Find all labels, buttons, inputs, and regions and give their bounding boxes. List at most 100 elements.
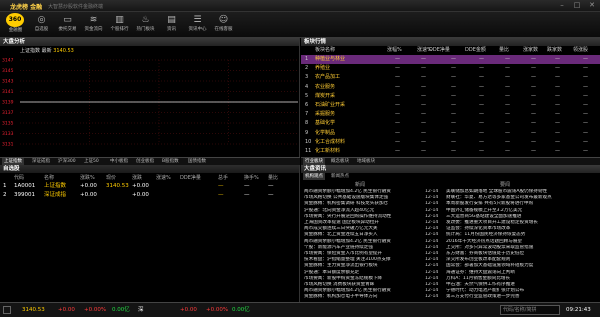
sector-value: — <box>421 138 426 145</box>
sector-tabs: 行业板块 概念板块 地域板块 <box>301 157 600 165</box>
chart-tab[interactable]: 上证指数 <box>2 158 24 165</box>
sector-value: — <box>583 83 588 90</box>
sector-col-header[interactable]: 跌家数 <box>547 46 562 53</box>
table-row[interactable]: 1 1A0001 上证指数 +0.00 3140.53 +0.00— — — <box>0 182 300 191</box>
sector-col-header[interactable]: 量比 <box>499 46 509 53</box>
sector-tab[interactable]: 地域板块 <box>355 158 377 165</box>
sector-col-header[interactable]: 涨家数 <box>523 46 538 53</box>
sector-value: — <box>451 65 456 72</box>
chart-tab[interactable]: B股指数 <box>160 158 181 165</box>
watchlist-col-header[interactable]: 总手 <box>218 174 228 181</box>
sh-index-change: +0.00 <box>58 307 75 313</box>
toolbar-label: 在线客服 <box>214 27 233 32</box>
sector-value: — <box>505 65 510 72</box>
toolbar-button-news[interactable]: ▤ 资讯 <box>160 14 183 38</box>
sector-value: — <box>451 138 456 145</box>
sector-row[interactable]: 2 养殖业 — — — — — — — — <box>301 64 600 73</box>
intraday-chart[interactable]: 3147 3145 3143 3141 3139 3137 3135 3133 3131 <box>0 54 300 157</box>
minimize-button[interactable]: – <box>555 1 569 10</box>
chart-tab[interactable]: 深证成指 <box>30 158 52 165</box>
sector-col-header[interactable]: DDE净量 <box>429 46 450 53</box>
news-tab[interactable]: 机构观点 <box>303 173 325 180</box>
sector-row[interactable]: 3 农产品加工 — — — — — — — — <box>301 73 600 82</box>
sector-row[interactable]: 9 化学制品 — — — — — — — — <box>301 129 600 138</box>
news-headline-left[interactable]: 资金脉搏：机构加仓电子半导体方向 <box>304 294 422 300</box>
sector-value: — <box>555 138 560 145</box>
search-input[interactable]: 代码/名称/简拼 <box>500 305 560 315</box>
sector-col-header[interactable]: 板块名称 <box>315 46 335 53</box>
watchlist-col-header[interactable]: 涨跌% <box>80 174 95 181</box>
toolbar-button-trade[interactable]: ▭ 委托交易 <box>56 14 79 38</box>
sector-value: — <box>451 83 456 90</box>
close-button[interactable]: ✕ <box>585 1 599 10</box>
sector-row[interactable]: 7 采掘服务 — — — — — — — — <box>301 110 600 119</box>
sector-col-header[interactable]: 涨幅% <box>387 46 402 53</box>
toolbar-button-ranking[interactable]: ▥ 个股排行 <box>108 14 131 38</box>
chart-tab[interactable]: 沪深300 <box>56 158 78 165</box>
bars-icon: ▥ <box>115 15 124 25</box>
cell-turn: — <box>244 183 250 189</box>
watchlist-col-header[interactable]: 涨速% <box>156 174 171 181</box>
toolbar-button-home[interactable]: 金融圈 <box>4 28 27 36</box>
row-index: 2 <box>3 192 7 198</box>
document-icon: ☰ <box>193 15 202 25</box>
news-tab[interactable]: 新闻热点 <box>329 173 351 180</box>
sector-value: — <box>505 92 510 99</box>
chart-tab[interactable]: 国债指数 <box>186 158 208 165</box>
watchlist-col-header[interactable]: 名称 <box>44 174 54 181</box>
sector-index: 6 <box>305 102 309 108</box>
chart-tab[interactable]: 中小板指 <box>108 158 130 165</box>
logo-360-icon[interactable]: 360 <box>6 13 24 27</box>
news-col-right: 要闻 <box>500 182 511 188</box>
table-row[interactable]: 2 399001 深证成指 +0.00 +0.00 — — — <box>0 191 300 200</box>
news-row[interactable]: 资金脉搏：机构加仓电子半导体方向 12-14 第三方支付行业监管政策进一步完善 <box>301 294 600 300</box>
sector-value: — <box>531 120 536 127</box>
market-toggle-icon[interactable] <box>3 306 11 314</box>
watchlist-col-header[interactable]: 量比 <box>268 174 278 181</box>
sector-col-header[interactable]: DDE金额 <box>465 46 486 53</box>
watchlist-col-header[interactable]: 现价 <box>106 174 116 181</box>
toolbar-button-info-center[interactable]: ☰ 资讯中心 <box>186 14 209 38</box>
watchlist-col-header[interactable]: 换手% <box>244 174 259 181</box>
sector-panel-title: 板块行情 <box>301 38 600 46</box>
sector-index: 2 <box>305 65 309 72</box>
sector-value: — <box>583 129 588 136</box>
sector-tab[interactable]: 概念板块 <box>329 158 351 165</box>
sector-value: — <box>395 111 400 118</box>
chart-tab[interactable]: 上证50 <box>82 158 101 165</box>
sector-row[interactable]: 4 农业服务 — — — — — — — — <box>301 83 600 92</box>
sector-value: — <box>531 56 536 62</box>
toolbar-button-watchlist[interactable]: ◎ 自选股 <box>30 14 53 38</box>
toolbar-button-flow[interactable]: ≋ 资金流向 <box>82 14 105 38</box>
watchlist-col-header[interactable]: 涨跌 <box>132 174 142 181</box>
sector-row[interactable]: 1 种植业与林业 — — — — — — — — <box>301 55 600 64</box>
sector-value: — <box>451 102 456 108</box>
sector-index: 11 <box>305 148 312 154</box>
maximize-button[interactable]: □ <box>570 1 584 10</box>
sector-row[interactable]: 11 化工新材料 — — — — — — — — <box>301 147 600 156</box>
y-tick-label: 3139 <box>2 100 14 106</box>
sector-index: 9 <box>305 129 309 136</box>
toolbar-button-sectors[interactable]: ♨ 热门板块 <box>134 14 157 38</box>
news-tabs: 机构观点 新闻热点 <box>301 173 600 180</box>
app-title: 龙虎榜 金融 <box>10 4 43 11</box>
chart-tab[interactable]: 创业板指 <box>134 158 156 165</box>
news-headline-right[interactable]: 第三方支付行业监管政策进一步完善 <box>446 294 596 300</box>
sector-value: — <box>479 148 484 154</box>
sector-col-header[interactable]: 领涨股 <box>573 46 588 53</box>
sector-value: — <box>531 83 536 90</box>
sector-value: — <box>421 111 426 118</box>
sector-name: 石油矿业开采 <box>315 102 346 108</box>
sector-tab[interactable]: 行业板块 <box>303 158 325 165</box>
sector-row[interactable]: 10 化工合成材料 — — — — — — — — <box>301 138 600 147</box>
sector-row[interactable]: 8 基础化学 — — — — — — — — <box>301 119 600 128</box>
sector-value: — <box>479 129 484 136</box>
sector-row[interactable]: 6 石油矿业开采 — — — — — — — — <box>301 101 600 110</box>
sector-value: — <box>505 83 510 90</box>
sector-row[interactable]: 5 煤炭开采 — — — — — — — — <box>301 92 600 101</box>
sector-value: — <box>421 65 426 72</box>
toolbar-button-support[interactable]: ☺ 在线客服 <box>212 14 235 38</box>
user-icon: ☺ <box>218 15 229 25</box>
watchlist-col-header[interactable]: DDE净量 <box>180 174 201 181</box>
watchlist-col-header[interactable]: 代码 <box>14 174 24 181</box>
